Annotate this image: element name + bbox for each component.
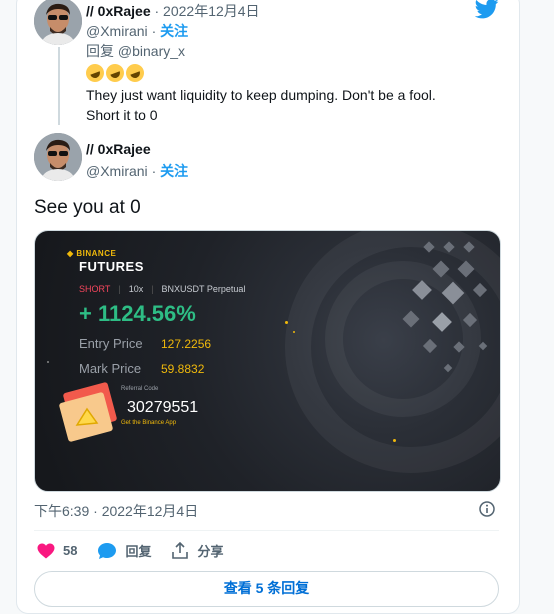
avatar-photo [34, 133, 82, 181]
action-bar: 58 回复 分享 [37, 541, 244, 560]
user-handle: @Xmirani · 关注 [86, 21, 188, 41]
tweet-date[interactable]: · 2022年12月4日 [155, 3, 260, 19]
share-button[interactable]: 分享 [171, 541, 224, 560]
tweet-media-image[interactable]: ◆ BINANCE FUTURES SHORT | 10x | BNXUSDT … [34, 230, 501, 492]
brand-text: BINANCE [76, 249, 117, 258]
follow-button[interactable]: 关注 [160, 163, 188, 179]
follow-button[interactable]: 关注 [160, 23, 188, 39]
avatar[interactable] [34, 133, 82, 181]
user-handle: @Xmirani · 关注 [86, 161, 188, 181]
like-count: 58 [63, 543, 78, 558]
display-name[interactable]: // 0xRajee [86, 141, 151, 157]
sparkle-dot [285, 321, 288, 324]
mark-price-label: Mark Price [79, 361, 142, 376]
heart-icon [37, 543, 55, 558]
info-icon[interactable] [479, 501, 495, 517]
avatar-photo [34, 0, 82, 45]
reply-text-line: They just want liquidity to keep dumping… [86, 87, 436, 103]
separator-dot: · [151, 163, 157, 179]
laughing-emoji-icon [123, 61, 147, 85]
display-name[interactable]: // 0xRajee · 2022年12月4日 [86, 1, 260, 21]
sparkle-dot [393, 439, 396, 442]
tweet-card: // 0xRajee · 2022年12月4日 @Xmirani · 关注 回复… [16, 0, 520, 614]
tweet-timestamp[interactable]: 下午6:39 · 2022年12月4日 [34, 501, 198, 521]
position-side: SHORT [79, 284, 111, 294]
view-more-replies-button[interactable]: 查看 5 条回复 [34, 571, 499, 607]
reply-label: 回复 [125, 544, 152, 559]
thread-line [58, 47, 60, 125]
share-label: 分享 [197, 544, 224, 559]
sparkle-dot [293, 331, 295, 333]
entry-price-label: Entry Price [79, 336, 143, 351]
reply-to-label[interactable]: 回复 @binary_x [86, 41, 185, 61]
separator: | [151, 284, 154, 294]
leverage-label: 10x [128, 284, 144, 294]
warning-icon [59, 382, 117, 442]
divider [34, 530, 499, 531]
reply-text-line: Short it to 0 [86, 107, 158, 123]
binance-diamond-icon: ◆ [67, 249, 77, 258]
referral-code: 30279551 [127, 399, 199, 416]
binance-logo: ◆ BINANCE [67, 249, 116, 258]
reply-button[interactable]: 回复 [97, 541, 151, 560]
emoji-row [83, 61, 147, 85]
laughing-emoji-icon [103, 61, 127, 85]
sparkle-dot [47, 361, 49, 363]
symbol-label: BNXUSDT Perpetual [161, 284, 246, 294]
like-button[interactable]: 58 [37, 543, 77, 559]
separator: | [118, 284, 121, 294]
entry-price-value: 127.2256 [161, 337, 212, 351]
binance-pattern-graphic [402, 241, 488, 373]
laughing-emoji-icon [83, 61, 107, 85]
twitter-bird-icon[interactable] [475, 0, 499, 19]
referral-label: Referral Code [121, 386, 159, 392]
position-info: SHORT | 10x | BNXUSDT Perpetual [79, 284, 245, 294]
product-label: FUTURES [79, 259, 144, 274]
reply-bubble-icon [98, 542, 117, 559]
separator-dot: · [151, 23, 157, 39]
mark-price-value: 59.8832 [161, 362, 205, 376]
handle-text: @Xmirani [86, 163, 148, 179]
avatar[interactable] [34, 0, 82, 45]
tweet-text: See you at 0 [34, 197, 141, 218]
handle-text: @Xmirani [86, 23, 148, 39]
share-icon [172, 541, 189, 559]
reply-tweet-text: They just want liquidity to keep dumping… [86, 85, 486, 125]
display-name-text[interactable]: // 0xRajee [86, 3, 151, 19]
pnl-percentage: + 1124.56% [79, 301, 196, 326]
get-app-label: Get the Binance App [121, 420, 177, 426]
